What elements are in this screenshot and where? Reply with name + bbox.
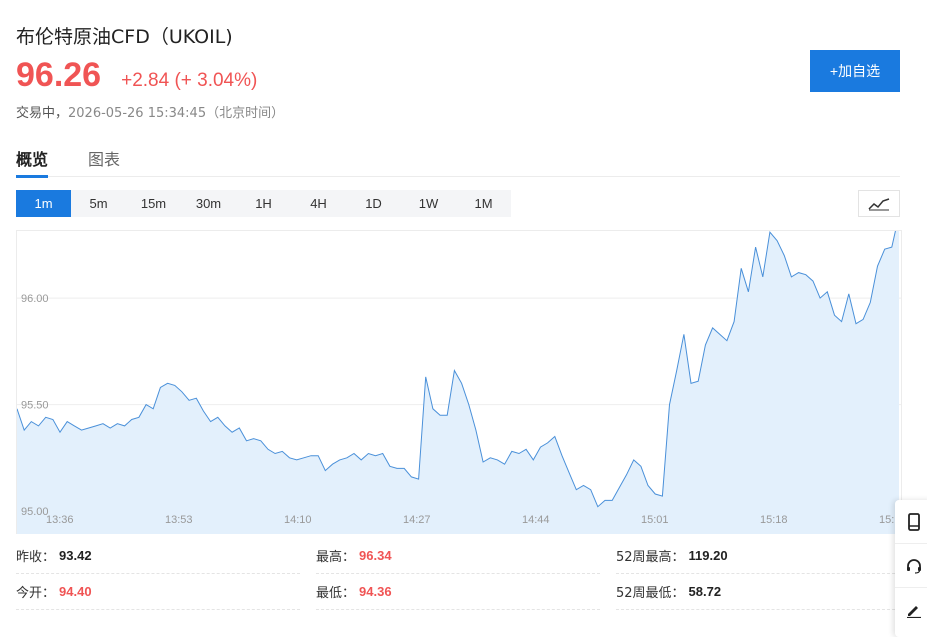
stat-low: 最低： 94.36 (316, 574, 600, 610)
stat-label: 最低： (316, 586, 356, 601)
stat-value: 93.42 (59, 548, 92, 563)
stat-prev-close: 昨收： 93.42 (16, 538, 300, 574)
price-chart-svg: 96.00 95.50 95.0013:36 13:53 14:10 14:27 14:44… (17, 231, 901, 534)
interval-1m[interactable]: 1m (16, 190, 71, 217)
side-toolbar (895, 500, 927, 637)
interval-1h[interactable]: 1H (236, 190, 291, 217)
x-tick-label: 14:27 (403, 514, 431, 526)
stats-row: 昨收： 93.42 最高： 96.34 52周最高： 119.20 (16, 538, 900, 574)
stat-label: 昨收： (16, 550, 56, 565)
interval-1w[interactable]: 1W (401, 190, 456, 217)
stat-label: 52周最高： (616, 550, 685, 565)
pen-icon (907, 606, 921, 618)
stats-table: 昨收： 93.42 最高： 96.34 52周最高： 119.20 今开： 94… (16, 538, 900, 610)
stat-value: 94.36 (359, 584, 392, 599)
stat-label: 最高： (316, 550, 356, 565)
trading-time: 2026-05-26 15:34:45（北京时间） (68, 106, 285, 121)
x-tick-label: 15:18 (760, 514, 788, 526)
interval-selector: 1m 5m 15m 30m 1H 4H 1D 1W 1M (16, 190, 511, 217)
side-feedback-button[interactable] (895, 588, 927, 632)
line-chart-icon (868, 197, 890, 210)
price-change: +2.84 (+ 3.04%) (121, 70, 258, 91)
side-mobile-button[interactable] (895, 500, 927, 544)
tab-chart[interactable]: 图表 (88, 140, 120, 177)
stat-high: 最高： 96.34 (316, 538, 600, 574)
tab-overview[interactable]: 概览 (16, 140, 49, 178)
instrument-title: 布伦特原油CFD（UKOIL) (16, 26, 233, 48)
x-tick-label: 13:53 (165, 514, 193, 526)
x-tick-label: 15:01 (641, 514, 669, 526)
main-tabs: 概览 图表 (16, 140, 900, 178)
interval-1mo[interactable]: 1M (456, 190, 511, 217)
stat-52w-high: 52周最高： 119.20 (616, 538, 900, 574)
stat-label: 52周最低： (616, 586, 685, 601)
mobile-icon (908, 512, 920, 531)
trading-status: 交易中，2026-05-26 15:34:45（北京时间） (16, 102, 284, 121)
interval-5m[interactable]: 5m (71, 190, 126, 217)
interval-4h[interactable]: 4H (291, 190, 346, 217)
price-area (17, 231, 899, 534)
x-tick-label: 14:10 (284, 514, 312, 526)
y-tick-label: 96.00 (21, 293, 49, 305)
trading-state: 交易中， (16, 106, 69, 121)
chart-type-button[interactable] (858, 190, 900, 217)
stat-52w-low: 52周最低： 58.72 (616, 574, 900, 610)
price-row: 96.26 +2.84 (+ 3.04%) (16, 56, 257, 95)
stats-row: 今开： 94.40 最低： 94.36 52周最低： 58.72 (16, 574, 900, 610)
side-support-button[interactable] (895, 544, 927, 588)
y-tick-label: 95.50 (21, 400, 49, 412)
price-chart: 96.00 95.50 95.00 13:36 13:53 14:10 14:27 14:44… (16, 230, 902, 534)
x-tick-label: 13:36 (46, 514, 74, 526)
stat-value: 58.72 (688, 584, 722, 599)
interval-30m[interactable]: 30m (181, 190, 236, 217)
stat-open: 今开： 94.40 (16, 574, 300, 610)
add-watchlist-button[interactable]: +加自选 (810, 50, 900, 92)
current-price: 96.26 (16, 56, 102, 94)
stat-value: 94.40 (59, 584, 92, 599)
y-tick-label: 95.00 (21, 506, 49, 518)
stat-value: 119.20 (688, 548, 728, 563)
x-tick-label: 15: (879, 514, 894, 526)
stat-value: 96.34 (359, 548, 392, 563)
stat-label: 今开： (16, 586, 56, 601)
x-tick-label: 14:44 (522, 514, 550, 526)
headset-icon (907, 558, 921, 574)
interval-15m[interactable]: 15m (126, 190, 181, 217)
interval-1d[interactable]: 1D (346, 190, 401, 217)
